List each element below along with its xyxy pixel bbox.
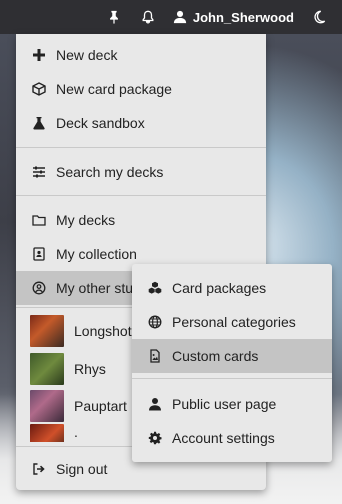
user-menu-button[interactable]: John_Sherwood xyxy=(173,10,294,25)
menu-item-label: Deck sandbox xyxy=(56,115,145,131)
submenu-divider xyxy=(132,378,332,379)
gear-icon xyxy=(148,431,162,445)
menu-item-label: New card package xyxy=(56,81,172,97)
menu-item-new-deck[interactable]: New deck xyxy=(16,38,266,72)
submenu-item-label: Account settings xyxy=(172,430,275,446)
menu-item-my-decks[interactable]: My decks xyxy=(16,203,266,237)
menu-item-new-card-package[interactable]: New card package xyxy=(16,72,266,106)
submenu-item-card-packages[interactable]: Card packages xyxy=(132,271,332,305)
deck-name: Pauptart xyxy=(74,398,127,414)
menu-item-search-my-decks[interactable]: Search my decks xyxy=(16,155,266,189)
deck-thumbnail xyxy=(30,353,64,385)
user-icon xyxy=(148,397,162,411)
flask-icon xyxy=(32,116,46,130)
menu-item-deck-sandbox[interactable]: Deck sandbox xyxy=(16,106,266,140)
menu-divider xyxy=(16,195,266,196)
submenu-item-account-settings[interactable]: Account settings xyxy=(132,421,332,455)
folder-icon xyxy=(32,213,46,227)
moon-icon[interactable] xyxy=(310,8,328,26)
image-file-icon xyxy=(148,349,162,363)
cube-icon xyxy=(32,82,46,96)
plus-icon xyxy=(32,48,46,62)
pin-icon[interactable] xyxy=(105,8,123,26)
submenu-item-label: Custom cards xyxy=(172,348,259,364)
submenu-item-public-user-page[interactable]: Public user page xyxy=(132,387,332,421)
user-icon xyxy=(173,10,186,24)
deck-thumbnail xyxy=(30,390,64,422)
submenu-item-personal-categories[interactable]: Personal categories xyxy=(132,305,332,339)
submenu-item-label: Personal categories xyxy=(172,314,296,330)
menu-divider xyxy=(16,147,266,148)
username: John_Sherwood xyxy=(192,9,294,25)
top-navbar: John_Sherwood xyxy=(0,0,342,34)
menu-item-label: My decks xyxy=(56,212,116,228)
other-stuff-submenu: Card packages Personal categories Custom… xyxy=(132,264,332,462)
bell-icon[interactable] xyxy=(139,8,157,26)
contact-book-icon xyxy=(32,247,46,261)
submenu-item-label: Card packages xyxy=(172,280,267,296)
deck-name: Rhys xyxy=(74,361,106,377)
menu-item-label: Search my decks xyxy=(56,164,164,180)
deck-thumbnail xyxy=(30,315,64,347)
globe-icon xyxy=(148,315,162,329)
menu-item-label: New deck xyxy=(56,47,118,63)
cubes-icon xyxy=(148,281,162,295)
deck-thumbnail xyxy=(30,424,64,442)
submenu-item-label: Public user page xyxy=(172,396,277,412)
sliders-icon xyxy=(32,165,46,179)
submenu-item-custom-cards[interactable]: Custom cards xyxy=(132,339,332,373)
menu-item-label: My other stu xyxy=(56,280,134,296)
menu-item-label: My collection xyxy=(56,246,137,262)
deck-name: Longshot xyxy=(74,323,132,339)
menu-item-label: Sign out xyxy=(56,461,108,477)
sign-out-icon xyxy=(32,462,46,476)
user-circle-icon xyxy=(32,281,46,295)
deck-name: . xyxy=(74,424,78,440)
